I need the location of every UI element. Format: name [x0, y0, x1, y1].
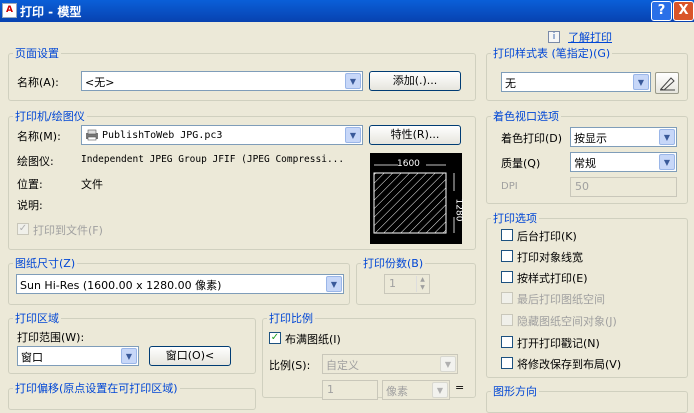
learn-plot-link[interactable]: 了解打印: [568, 29, 612, 45]
copies-value: 1: [389, 277, 396, 290]
plot-area-legend: 打印区域: [15, 312, 59, 325]
plotter-location-value: 文件: [81, 178, 103, 191]
chevron-down-icon: ▼: [432, 382, 448, 398]
checkbox-box: [501, 314, 513, 326]
title-bar: A 打印 - 模型 ? X: [0, 0, 694, 22]
chevron-down-icon: ▼: [659, 154, 675, 170]
info-icon: i: [548, 31, 560, 43]
plotter-name-value: PublishToWeb JPG.pc3: [102, 130, 223, 141]
plotter-location-label: 位置:: [17, 178, 43, 191]
chevron-down-icon: ▼: [659, 129, 675, 145]
paper-size-value: Sun Hi-Res (1600.00 x 1280.00 像素): [20, 279, 222, 292]
checkbox-box: [501, 292, 513, 304]
quality-select[interactable]: 常规 ▼: [570, 152, 677, 172]
chevron-down-icon: ▼: [326, 276, 342, 292]
chevron-down-icon: ▼: [345, 127, 361, 143]
help-button[interactable]: ?: [651, 1, 672, 21]
plot-with-styles-label: 按样式打印(E): [517, 272, 588, 285]
plot-window-button[interactable]: 窗口(O)<: [149, 346, 231, 366]
plot-stamp-label: 打开打印戳记(N): [517, 337, 600, 350]
fit-to-paper-label: 布满图纸(I): [285, 333, 341, 346]
dpi-input[interactable]: 50: [570, 177, 677, 197]
page-setup-name-select[interactable]: <无> ▼: [81, 71, 363, 91]
page-setup-legend: 页面设置: [15, 47, 59, 60]
dpi-label: DPI: [501, 181, 518, 192]
shade-plot-label: 着色打印(D): [501, 132, 563, 145]
check-mark-icon: ✓: [269, 332, 281, 344]
preview-height-value: 1280: [453, 198, 464, 222]
plotter-name-label: 名称(M):: [17, 130, 61, 143]
preview-width-value: 1600: [397, 159, 420, 169]
plot-range-value: 窗口: [21, 351, 43, 364]
save-to-layout-label: 将修改保存到布局(V): [517, 358, 622, 371]
copies-legend: 打印份数(B): [363, 257, 424, 270]
printer-icon: [86, 129, 98, 141]
checkbox-box: [501, 357, 513, 369]
quality-label: 质量(Q): [501, 157, 541, 170]
checkbox-box: [501, 271, 513, 283]
edit-pen-icon: [660, 77, 675, 91]
plot-style-table-value: 无: [505, 77, 516, 90]
paper-size-select[interactable]: Sun Hi-Res (1600.00 x 1280.00 像素) ▼: [16, 274, 344, 294]
scale-unit-value: 像素: [386, 385, 408, 398]
chevron-down-icon: ▼: [345, 73, 361, 89]
window-title: 打印 - 模型: [20, 5, 82, 19]
plot-to-file-label: 打印到文件(F): [33, 224, 103, 237]
dpi-value: 50: [575, 180, 589, 193]
hide-paperspace-objects-label: 隐藏图纸空间对象(J): [517, 315, 617, 328]
scale-select[interactable]: 自定义 ▼: [322, 354, 458, 374]
plotter-properties-button[interactable]: 特性(R)...: [369, 125, 461, 145]
background-plot-label: 后台打印(K): [517, 230, 577, 243]
plotter-driver-label: 绘图仪:: [17, 155, 54, 168]
edit-plot-style-button[interactable]: [655, 72, 679, 94]
quality-value: 常规: [574, 157, 596, 170]
autocad-app-icon: A: [2, 3, 17, 18]
plotter-description-label: 说明:: [17, 199, 43, 212]
plot-options-legend: 打印选项: [493, 212, 537, 225]
scale-value: 自定义: [326, 359, 359, 372]
drawing-orientation-legend: 图形方向: [493, 385, 537, 398]
chevron-down-icon: ▼: [440, 356, 456, 372]
shade-plot-value: 按显示: [574, 132, 607, 145]
plot-style-table-legend: 打印样式表 (笔指定)(G): [493, 47, 611, 60]
add-page-setup-button[interactable]: 添加(.)...: [369, 71, 461, 91]
page-setup-name-value: <无>: [85, 76, 115, 89]
scale-label: 比例(S):: [269, 359, 311, 372]
scale-number-value: 1: [327, 383, 334, 396]
scale-number-input[interactable]: 1: [322, 380, 378, 400]
chevron-down-icon: ▼: [121, 348, 137, 364]
shaded-viewport-legend: 着色视口选项: [493, 110, 559, 123]
plot-paperspace-last-label: 最后打印图纸空间: [517, 293, 605, 306]
drawing-orientation-group: 图形方向: [486, 383, 688, 413]
plotter-legend: 打印机/绘图仪: [15, 110, 85, 123]
shade-plot-select[interactable]: 按显示 ▼: [570, 127, 677, 147]
plotter-name-select[interactable]: PublishToWeb JPG.pc3 ▼: [81, 125, 363, 145]
plot-range-label: 打印范围(W):: [17, 331, 85, 344]
plot-lineweights-label: 打印对象线宽: [517, 251, 583, 264]
paper-size-legend: 图纸尺寸(Z): [15, 257, 76, 270]
scale-equals-sign: =: [455, 381, 465, 394]
plotter-driver-value: Independent JPEG Group JFIF (JPEG Compre…: [81, 154, 345, 165]
plot-scale-legend: 打印比例: [269, 312, 313, 325]
spin-arrows-icon: ▲ ▼: [416, 276, 428, 292]
chevron-down-icon: ▼: [633, 74, 649, 90]
close-button[interactable]: X: [673, 1, 694, 21]
checkbox-box: [501, 229, 513, 241]
plot-offset-group: 打印偏移(原点设置在可打印区域): [8, 380, 256, 410]
scale-unit-select[interactable]: 像素 ▼: [382, 380, 450, 400]
plot-offset-legend: 打印偏移(原点设置在可打印区域): [15, 382, 178, 395]
paper-preview: 1600 1280: [370, 153, 464, 244]
checkbox-box: [501, 250, 513, 262]
page-setup-name-label: 名称(A):: [17, 76, 59, 89]
check-mark-icon: ✓: [17, 223, 29, 235]
plot-style-table-select[interactable]: 无 ▼: [501, 72, 651, 92]
copies-spinner[interactable]: 1 ▲ ▼: [384, 274, 430, 294]
plot-range-select[interactable]: 窗口 ▼: [17, 346, 139, 366]
checkbox-box: [501, 336, 513, 348]
